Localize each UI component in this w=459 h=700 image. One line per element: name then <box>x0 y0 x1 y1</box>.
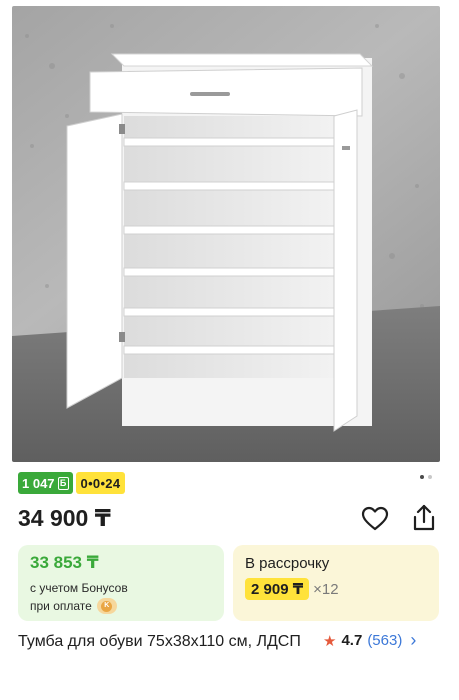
gallery-pager[interactable] <box>420 475 432 479</box>
bonus-price: 33 853 ₸ <box>30 553 99 572</box>
product-image[interactable] <box>12 6 440 462</box>
bonus-currency-icon: Б <box>57 476 69 490</box>
installment-badge: 0•0•24 <box>75 472 126 494</box>
promo-badges: 1 047 Б 0•0•24 <box>18 472 126 494</box>
pager-dot[interactable] <box>428 475 432 479</box>
installment-card[interactable]: В рассрочку 2 909 ₸ ×12 <box>233 545 439 621</box>
bonus-note: с учетом Бонусов при оплате K <box>30 579 212 615</box>
rating-value: 4.7 <box>341 632 363 649</box>
installment-row: 2 909 ₸ ×12 <box>245 578 427 600</box>
installment-monthly: 2 909 ₸ <box>245 578 310 600</box>
bonus-note-line2: при оплате <box>30 599 92 613</box>
chevron-right-icon: › <box>410 630 417 650</box>
bonus-note-line2-row: при оплате K <box>30 597 212 615</box>
bonus-badge: 1 047 Б <box>18 472 73 494</box>
pager-dot-active[interactable] <box>420 475 424 479</box>
share-button[interactable] <box>410 503 438 533</box>
reviews-count[interactable]: (563) <box>367 632 402 649</box>
bonus-badge-amount: 1 047 <box>22 475 55 491</box>
installment-times: ×12 <box>313 580 339 598</box>
wallet-icon: K <box>96 598 117 614</box>
star-icon: ★ <box>323 632 337 650</box>
favorite-button[interactable] <box>361 506 389 532</box>
product-title: Тумба для обуви 75x38x110 см, ЛДСП <box>18 633 301 650</box>
heart-icon <box>361 506 389 531</box>
installment-title: В рассрочку <box>245 555 330 572</box>
bonus-note-line1: с учетом Бонусов <box>30 581 128 595</box>
product-price: 34 900 ₸ <box>18 505 111 531</box>
rating-link[interactable]: ★ 4.7 (563) › <box>323 630 416 651</box>
bonus-price-card[interactable]: 33 853 ₸ с учетом Бонусов при оплате K <box>18 545 224 621</box>
product-photo <box>12 6 440 462</box>
share-icon <box>413 504 435 531</box>
